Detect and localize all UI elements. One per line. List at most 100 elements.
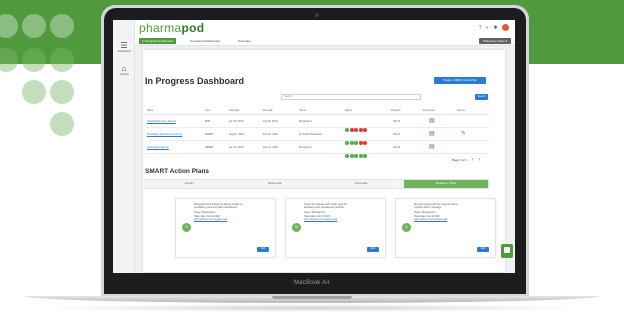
column-header[interactable]: Documents	[423, 109, 435, 112]
document-icon[interactable]: ▤	[429, 118, 435, 124]
plan-type: PDP	[205, 120, 211, 123]
logo-bold: pod	[181, 21, 205, 35]
decor-dot	[22, 80, 46, 104]
card-edit-button[interactable]: Edit	[367, 247, 379, 252]
progress-value: 100 %	[393, 133, 401, 136]
owner: Preceptor 1	[299, 146, 312, 149]
due-date: Feb 10, 2020	[263, 133, 278, 136]
step-achievable[interactable]: Achievable	[318, 180, 404, 188]
card-badge: S	[182, 223, 191, 232]
plan-type: SMART	[205, 146, 214, 149]
step-realistic[interactable]: Realistic & Timely	[404, 180, 488, 188]
card-line: medication review and patient assessment…	[194, 207, 238, 210]
owner: Preceptor 1	[299, 120, 312, 123]
sidebar: ☰ Dashboard ⌂ Training	[113, 20, 135, 273]
laptop-shadow	[40, 304, 584, 312]
column-header[interactable]: Progress	[391, 109, 401, 112]
search-input[interactable]: Search	[281, 94, 421, 100]
decor-dot	[0, 48, 18, 72]
tab-completed[interactable]: Completed Dashboard	[187, 38, 223, 44]
pagination: Page 1 of 1 ‹ ›	[452, 157, 480, 163]
column-header[interactable]: Name	[147, 109, 153, 112]
card-text: Discuss progress with the preceptor duri…	[414, 204, 492, 222]
section-title: SMART Action Plans	[145, 168, 210, 175]
plan-name-link[interactable]: Medication Review Assessment	[147, 133, 182, 136]
start-date: Jun 18, 2019	[229, 120, 244, 123]
table-row[interactable]: Clinical Pharmacy Review PDP Jun 18, 201…	[145, 116, 489, 132]
column-header[interactable]: Start date	[229, 109, 239, 112]
status-dot	[354, 154, 358, 158]
card-link[interactable]: Add evidence and complete task	[414, 219, 492, 222]
laptop-notch	[272, 296, 352, 299]
decor-dot	[50, 80, 74, 104]
plan-name-link[interactable]: Vaccination Service	[147, 146, 169, 149]
document-icon[interactable]: ▤	[429, 131, 435, 137]
search-button[interactable]: Search	[475, 94, 488, 100]
status-dot	[349, 154, 354, 158]
step-bar: Specific Measurable Achievable Realistic…	[145, 179, 489, 189]
chevron-left-icon[interactable]: ‹	[472, 157, 474, 163]
create-plan-button[interactable]: Create a SMART Action Plan	[434, 77, 486, 84]
help-icon[interactable]: ?	[479, 25, 482, 31]
sidebar-item-training[interactable]: ⌂ Training	[113, 64, 135, 77]
due-date: Jun 26, 2019	[263, 120, 278, 123]
sidebar-item-label: Training	[119, 73, 129, 76]
logo-light: pharma	[139, 21, 182, 35]
card-link[interactable]: Add evidence and complete task	[194, 219, 272, 222]
step-measurable[interactable]: Measurable	[232, 180, 318, 188]
page-title: In Progress Dashboard	[145, 76, 245, 86]
top-icons: ? ◐ ✱	[476, 24, 509, 31]
tab-in-progress[interactable]: In Progress Dashboard	[139, 38, 176, 44]
status-dot	[363, 154, 367, 158]
column-header[interactable]: Actions	[457, 109, 465, 112]
pharmacy-selector[interactable]: Pharmacy name ▾	[478, 38, 511, 44]
sidebar-item-label: Dashboard	[117, 50, 131, 53]
document-icon[interactable]: ▤	[429, 144, 435, 150]
card-text: Pharmacist will complete the training mo…	[194, 204, 272, 222]
page-indicator: Page 1 of 1	[452, 158, 467, 162]
due-date: Dec 14, 2019	[263, 146, 278, 149]
chat-button[interactable]	[501, 244, 513, 258]
step-specific[interactable]: Specific	[146, 180, 232, 188]
column-header[interactable]: Owner	[299, 109, 306, 112]
action-card: S Pharmacist will complete the training …	[175, 198, 276, 258]
decor-dot	[22, 48, 46, 72]
app-logo[interactable]: pharmapod	[139, 22, 204, 34]
action-card: A Discuss progress with the preceptor du…	[395, 198, 496, 258]
sidebar-item-dashboard[interactable]: ☰ Dashboard	[113, 42, 135, 54]
action-card: M Assess five patients each month using …	[285, 198, 386, 258]
column-header[interactable]: Status	[345, 109, 352, 112]
bell-icon[interactable]: ◐	[486, 25, 489, 31]
edit-icon[interactable]: ✎	[461, 131, 466, 137]
column-header[interactable]: Due date	[263, 109, 273, 112]
table-row[interactable]: Medication Review Assessment SMART Aug 1…	[145, 129, 489, 145]
plan-type: SMART	[205, 133, 214, 136]
plan-name-link[interactable]: Clinical Pharmacy Review	[147, 120, 176, 123]
camera-icon	[315, 13, 319, 17]
card-line: monthly check-in meetings.	[414, 207, 442, 210]
device-label: MacBook Air	[294, 280, 330, 286]
table-header: Name Type Start date Due date Owner Stat…	[145, 109, 489, 115]
decor-dot	[50, 112, 74, 136]
scene: MacBook Air ☰ Dashboard ⌂ Training pharm…	[0, 0, 624, 326]
decor-dot	[22, 14, 46, 38]
status-dot	[358, 154, 363, 158]
decor-dot	[50, 48, 74, 72]
table-row[interactable]: Vaccination Service SMART Jun 14, 2019 D…	[145, 142, 489, 158]
owner: Dr Smith Pharmacist	[299, 133, 322, 136]
cap-icon: ⌂	[121, 64, 127, 73]
avatar[interactable]	[502, 24, 509, 31]
settings-icon[interactable]: ✱	[493, 25, 497, 31]
column-header[interactable]: Type	[205, 109, 210, 112]
start-date: Aug 10, 2019	[229, 133, 244, 136]
card-edit-button[interactable]: Edit	[477, 247, 489, 252]
status-dots	[345, 145, 368, 163]
card-link[interactable]: Add evidence and complete task	[304, 219, 382, 222]
tab-preceptor[interactable]: Preceptor	[235, 38, 254, 44]
topbar: pharmapod ? ◐ ✱	[135, 20, 515, 36]
card-edit-button[interactable]: Edit	[257, 247, 269, 252]
chevron-right-icon[interactable]: ›	[478, 157, 480, 163]
card-text: Assess five patients each month using th…	[304, 204, 382, 222]
tab-bar: In Progress Dashboard Completed Dashboar…	[135, 36, 515, 46]
progress-value: 100 %	[393, 146, 401, 149]
